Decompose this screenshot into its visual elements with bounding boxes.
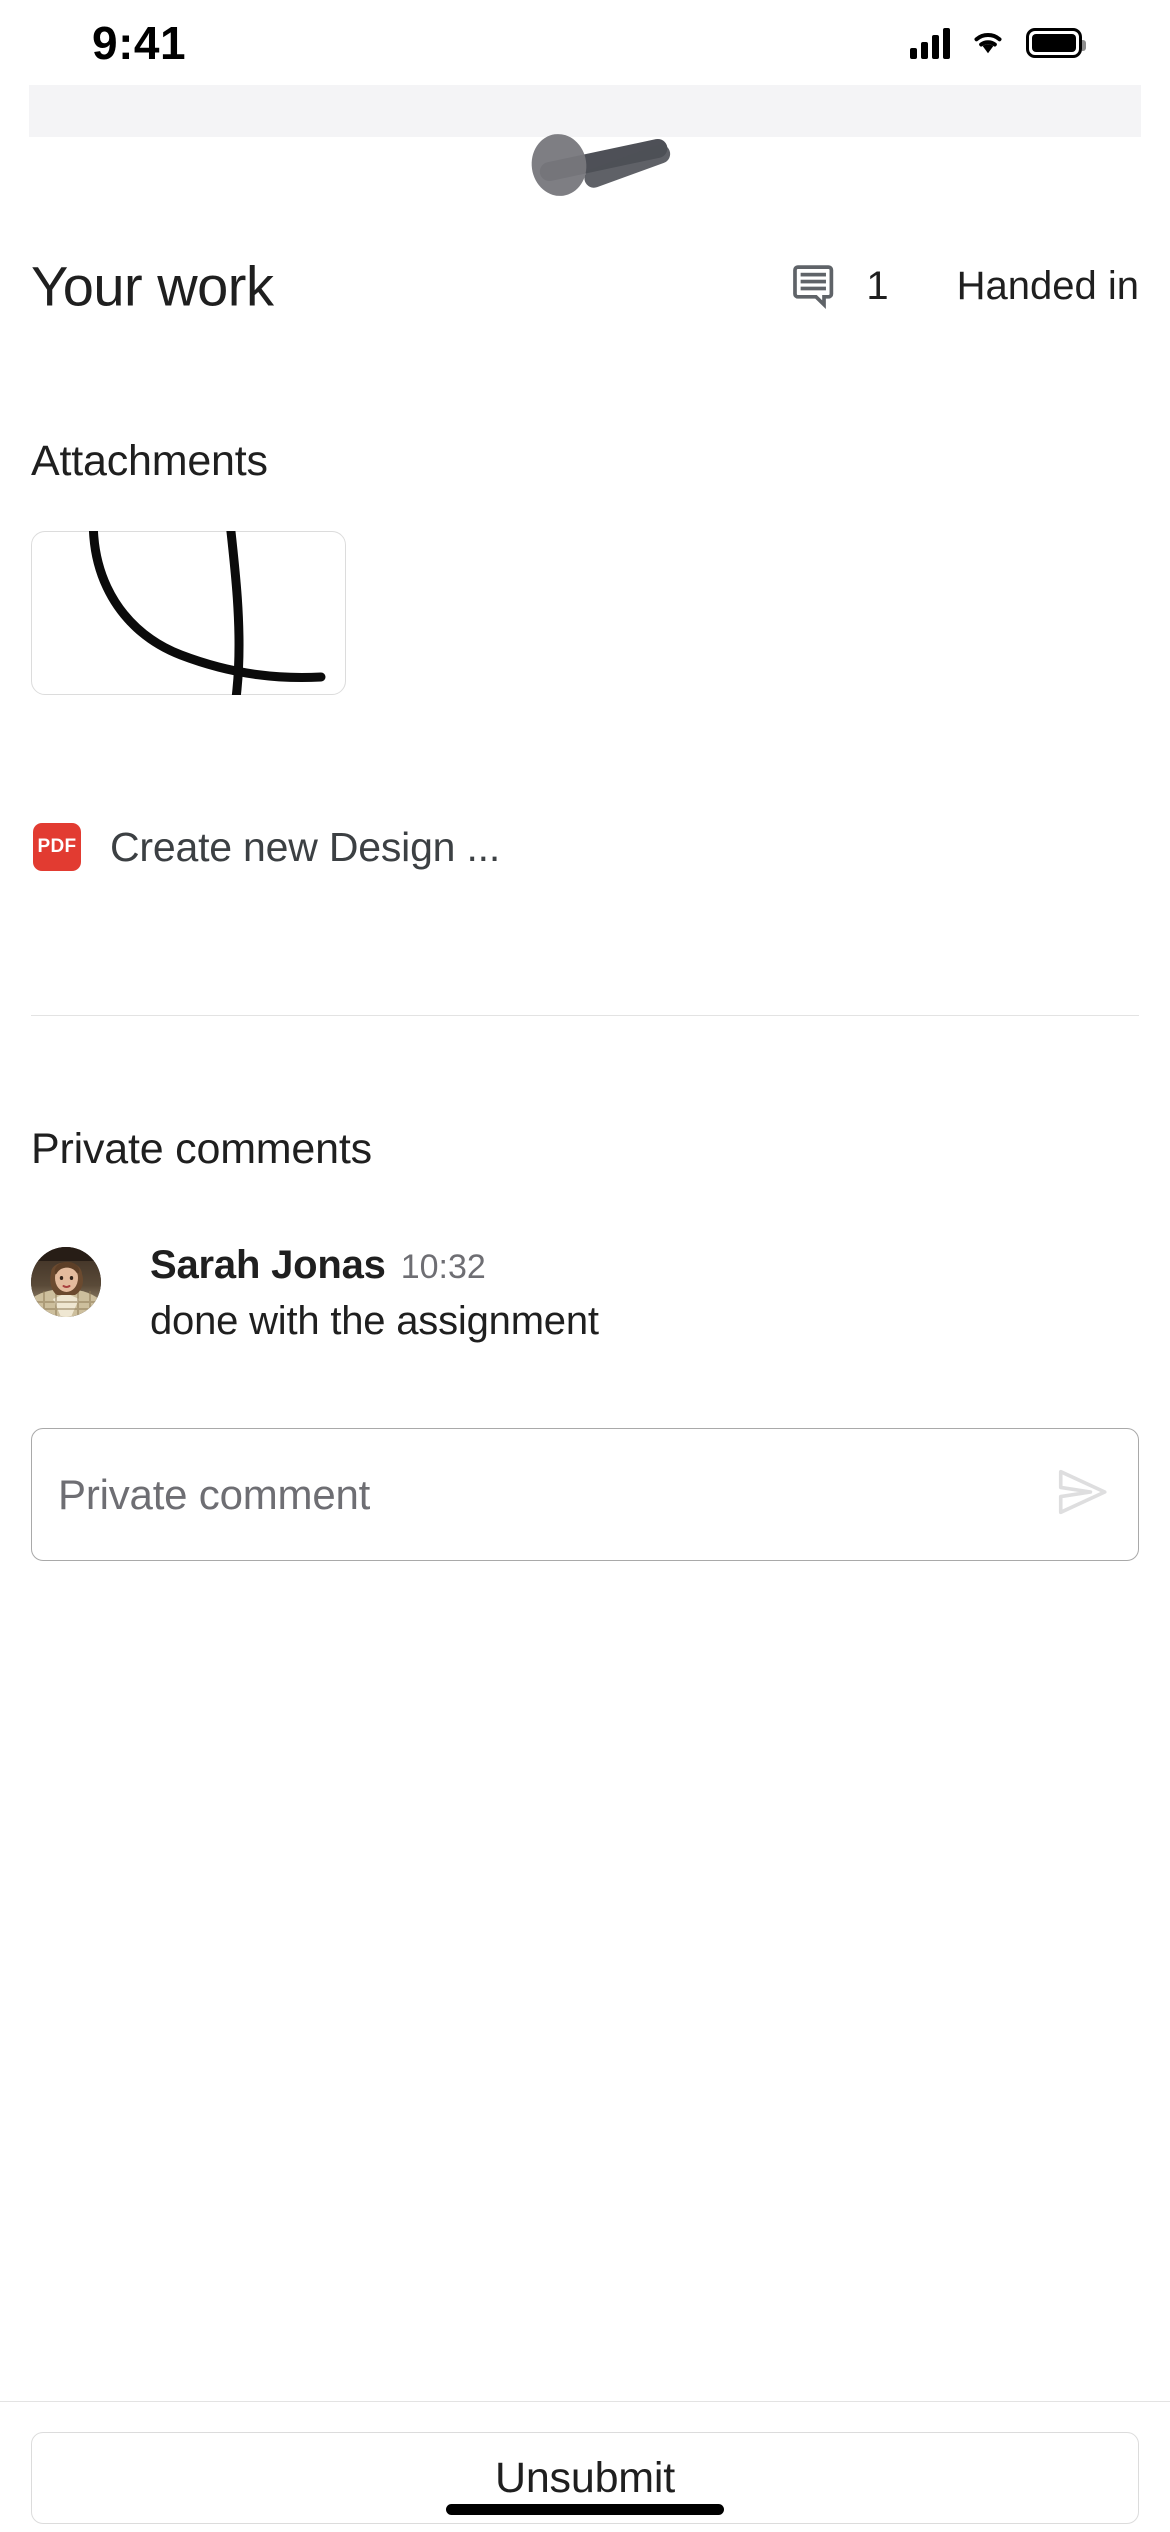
attachments-heading: Attachments (31, 437, 268, 485)
attachment-file-row[interactable]: PDF Create new Design ... (33, 823, 500, 871)
status-badge: Handed in (956, 264, 1139, 308)
attachment-thumbnail-card (31, 531, 346, 695)
pdf-file-icon: PDF (33, 823, 81, 871)
avatar (31, 1247, 101, 1317)
your-work-meta: 1 Handed in (790, 260, 1139, 312)
cellular-signal-icon (910, 27, 950, 59)
status-bar-indicators (910, 25, 1086, 61)
home-indicator (446, 2504, 724, 2515)
private-comments-heading: Private comments (31, 1125, 372, 1173)
comment-timestamp: 10:32 (400, 1248, 486, 1286)
comment-text: done with the assignment (150, 1299, 599, 1343)
comment-bubble-icon[interactable] (790, 260, 842, 312)
send-icon[interactable] (1053, 1463, 1138, 1526)
status-bar-time: 9:41 (92, 16, 187, 69)
private-comment-input[interactable]: Private comment (31, 1428, 1139, 1561)
comment-count: 1 (866, 264, 889, 308)
comment-list-item: Sarah Jonas 10:32 done with the assignme… (31, 1243, 1139, 1344)
comment-body: Sarah Jonas 10:32 done with the assignme… (150, 1243, 599, 1344)
attachment-thumbnail[interactable] (31, 531, 346, 695)
wifi-icon (968, 25, 1008, 61)
pointer-cursor-indicator (527, 130, 591, 200)
status-bar: 9:41 (0, 0, 1170, 85)
comment-author: Sarah Jonas (150, 1243, 386, 1287)
section-divider (31, 1015, 1139, 1016)
page-title: Your work (31, 254, 274, 318)
avatar-photo (31, 1247, 101, 1317)
your-work-header: Your work 1 Handed in (0, 240, 1170, 332)
bottom-bar-divider (0, 2401, 1170, 2402)
private-comment-placeholder[interactable]: Private comment (58, 1471, 1053, 1519)
bottom-sheet-grabber-band[interactable] (29, 85, 1141, 137)
attachment-file-name: Create new Design ... (110, 823, 501, 870)
battery-icon (1026, 27, 1086, 58)
